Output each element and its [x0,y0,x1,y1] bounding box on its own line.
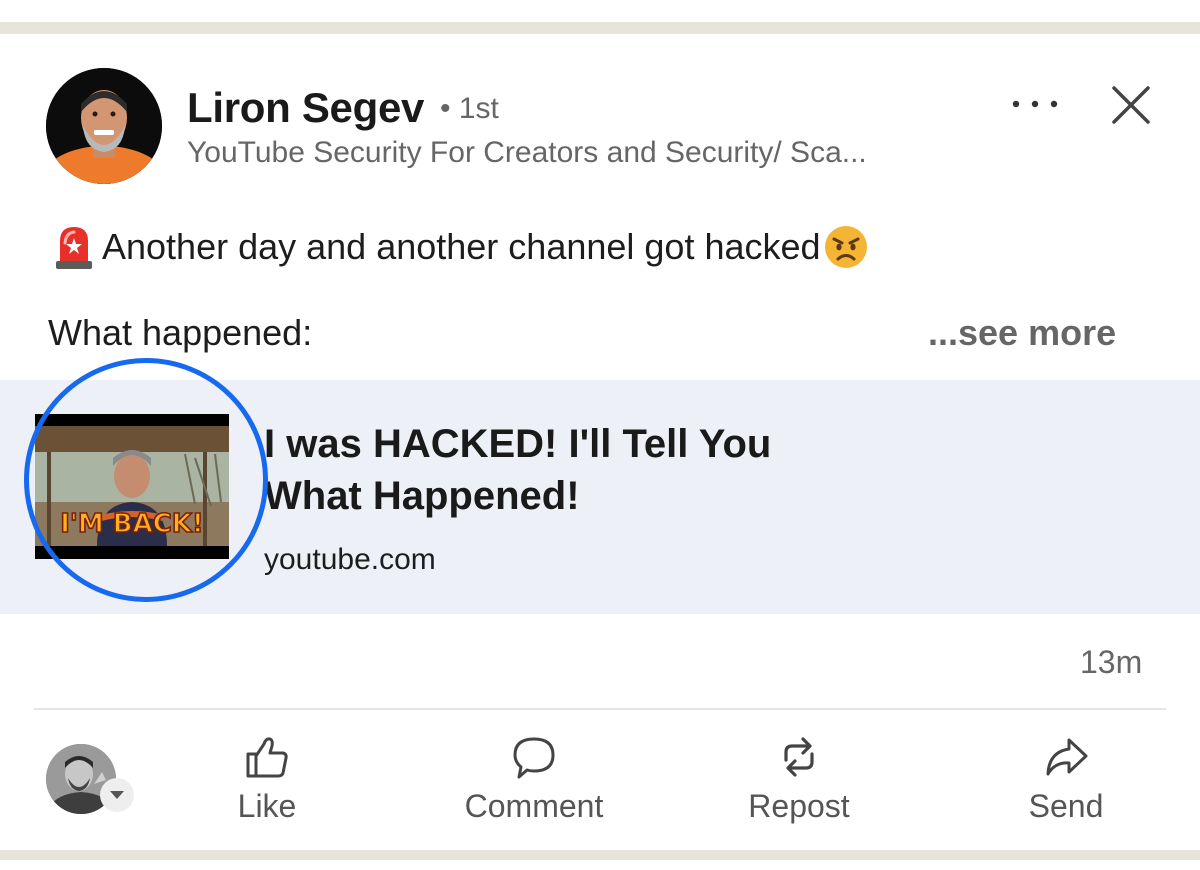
link-title-line2: What Happened! [264,474,580,518]
author-headline: YouTube Security For Creators and Securi… [187,136,867,169]
divider [34,708,1166,710]
chevron-down-icon [110,791,124,799]
send-arrow-icon [1046,738,1088,776]
repost-button[interactable]: Repost [709,730,889,830]
like-label: Like [237,788,297,824]
author-avatar-image [46,68,162,184]
reactor-dropdown[interactable] [100,778,134,812]
post-text-line2: What happened: [48,312,313,353]
repost-label: Repost [748,788,850,824]
siren-emoji-icon [56,227,92,269]
thumbs-up-icon [246,737,288,778]
comment-label: Comment [464,788,604,824]
link-domain: youtube.com [264,543,436,576]
more-options-icon [1012,100,1058,108]
author-avatar[interactable] [46,68,162,184]
repost-arrows-icon [784,737,814,777]
angry-face-emoji-icon [824,226,867,268]
post-timestamp: 13m [1080,644,1143,680]
top-separator [0,22,1200,34]
see-more-link[interactable]: ...see more [928,312,1116,354]
author-name[interactable]: Liron Segev [187,84,424,132]
post-text-line1-label: Another day and another channel got hack… [102,226,821,267]
close-button[interactable] [1106,80,1156,130]
speech-bubble-icon [513,737,555,779]
link-preview-card[interactable]: I'M BACK! I was HACKED! I'll Tell You Wh… [0,358,1200,614]
annotation-circle [24,358,268,602]
send-label: Send [1028,788,1104,824]
close-icon [1112,86,1150,124]
comment-button[interactable]: Comment [444,730,624,830]
like-button[interactable]: Like [177,730,357,830]
post-text-line1: Another day and another channel got hack… [52,222,869,272]
more-options-button[interactable] [1008,84,1064,124]
bottom-band [0,860,1200,870]
top-band [0,0,1200,22]
send-button[interactable]: Send [976,730,1156,830]
link-title-line1: I was HACKED! I'll Tell You [264,422,772,466]
link-title: I was HACKED! I'll Tell You What Happene… [264,418,884,522]
connection-degree: • 1st [440,92,499,125]
bottom-separator [0,850,1200,860]
